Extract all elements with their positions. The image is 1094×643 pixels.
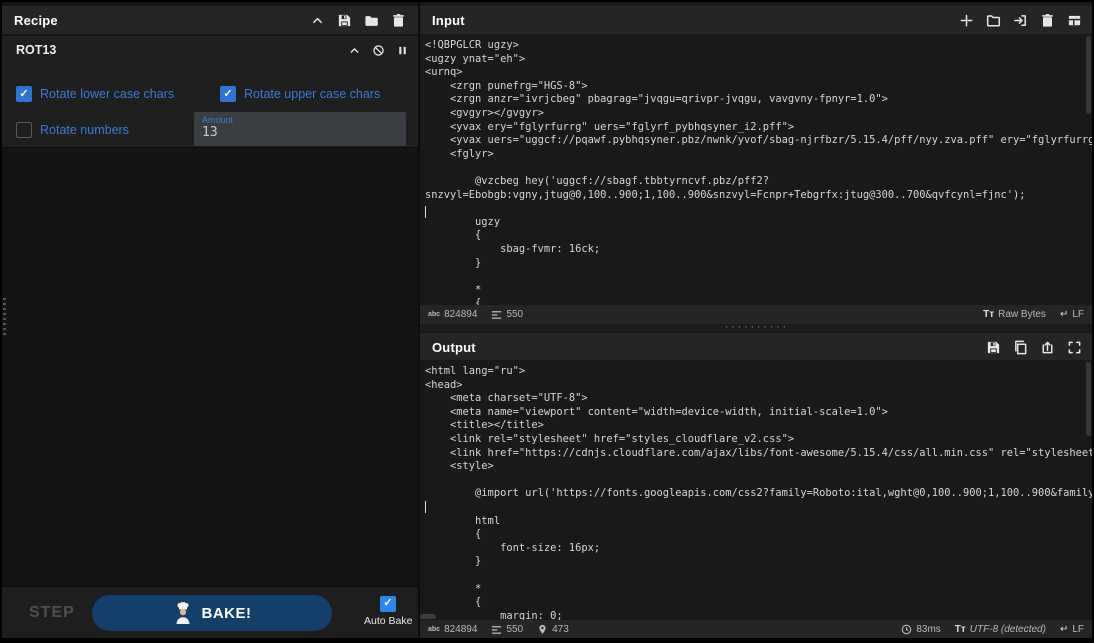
output-encoding-selector[interactable]: TᴛUTF-8 (detected): [955, 624, 1046, 635]
bake-button[interactable]: BAKE!: [92, 595, 332, 631]
output-horizontal-scrollbar[interactable]: [420, 614, 436, 619]
line-ending-icon: ↵: [1060, 309, 1068, 320]
clock-icon: [901, 624, 912, 635]
output-char-count: abc824894: [428, 624, 477, 635]
output-editor[interactable]: <html lang="ru"> <head> <meta charset="U…: [420, 360, 1092, 620]
location-pin-icon: [537, 624, 548, 635]
splitter-grip-dots: ··········: [724, 326, 788, 331]
open-file-icon[interactable]: [1013, 13, 1028, 28]
clear-recipe-icon[interactable]: [391, 13, 406, 28]
amount-value[interactable]: 13: [202, 125, 398, 141]
recipe-panel: Recipe ROT13: [2, 2, 418, 638]
save-recipe-icon[interactable]: [337, 13, 352, 28]
tab-layout-icon[interactable]: [1067, 13, 1082, 28]
checkbox-label: Rotate lower case chars: [40, 87, 174, 101]
checkbox-rotate-upper[interactable]: ✓ Rotate upper case chars: [220, 86, 380, 102]
output-eol-selector[interactable]: ↵LF: [1060, 624, 1084, 635]
amount-field[interactable]: Amount 13: [194, 112, 406, 146]
operation-rot13[interactable]: ROT13 ✓ Rotate lower case chars ✓ Rotat: [2, 36, 418, 148]
input-status-bar: abc824894 550 TᴛRaw Bytes ↵LF: [420, 305, 1092, 324]
bake-label: BAKE!: [202, 605, 252, 622]
cyberchef-app: Recipe ROT13: [0, 0, 1094, 643]
save-output-icon[interactable]: [986, 340, 1001, 355]
line-ending-icon: ↵: [1060, 624, 1068, 635]
io-splitter[interactable]: ··········: [420, 324, 1092, 333]
checkbox-label: Rotate numbers: [40, 123, 129, 137]
output-text-cursor: [425, 501, 426, 513]
input-line-count: 550: [491, 309, 523, 320]
text-encoding-icon: Tᴛ: [955, 624, 966, 635]
chevron-up-icon[interactable]: [347, 43, 362, 58]
output-vertical-scrollbar[interactable]: [1086, 362, 1091, 436]
input-editor[interactable]: <!QBPGLCR ugzy> <ugzy ynat="eh"> <urnq> …: [420, 34, 1092, 305]
operations-drawer-handle[interactable]: [3, 298, 6, 338]
check-mark-icon: ✓: [383, 598, 392, 609]
clear-io-icon[interactable]: [1040, 13, 1055, 28]
recipe-header-icons: [310, 13, 406, 28]
input-code[interactable]: <!QBPGLCR ugzy> <ugzy ynat="eh"> <urnq> …: [420, 34, 1092, 305]
recipe-list: ROT13 ✓ Rotate lower case chars ✓ Rotat: [2, 36, 418, 585]
auto-bake-toggle[interactable]: ✓ Auto Bake: [364, 593, 412, 627]
output-line-count: 550: [491, 624, 523, 635]
auto-bake-checkbox-icon[interactable]: ✓: [380, 596, 396, 612]
amount-label: Amount: [202, 115, 398, 125]
recipe-title: Recipe: [14, 13, 58, 28]
bake-bar: STEP BAKE! ✓ Auto Bake: [2, 585, 418, 638]
operation-title: ROT13: [16, 43, 56, 57]
check-mark-icon: ✓: [223, 89, 232, 100]
checkbox-label: Rotate upper case chars: [244, 87, 380, 101]
add-input-icon[interactable]: [959, 13, 974, 28]
output-header-icons: [986, 340, 1082, 355]
checkbox-icon: ✓: [220, 86, 236, 102]
text-encoding-icon: Tᴛ: [983, 309, 994, 320]
line-count-icon: [491, 624, 502, 635]
operation-icons: [347, 43, 410, 58]
copy-output-icon[interactable]: [1013, 340, 1028, 355]
breakpoint-pause-icon[interactable]: [395, 43, 410, 58]
step-button[interactable]: STEP: [29, 604, 75, 622]
input-vertical-scrollbar[interactable]: [1086, 36, 1091, 114]
io-column: Input <!QBPGLCR ugzy> <ugzy ynat="eh"> <…: [420, 2, 1092, 638]
input-header-icons: [959, 13, 1082, 28]
load-recipe-icon[interactable]: [364, 13, 379, 28]
checkbox-rotate-numbers[interactable]: ✓ Rotate numbers: [16, 122, 129, 138]
check-mark-icon: ✓: [19, 89, 28, 100]
output-title: Output: [432, 340, 476, 355]
replace-input-icon[interactable]: [1040, 340, 1055, 355]
output-header: Output: [420, 333, 1092, 361]
recipe-header: Recipe: [2, 6, 418, 34]
input-title: Input: [432, 13, 465, 28]
checkbox-icon: ✓: [16, 122, 32, 138]
open-folder-icon[interactable]: [986, 13, 1001, 28]
maximise-output-icon[interactable]: [1067, 340, 1082, 355]
input-encoding-selector[interactable]: TᴛRaw Bytes: [983, 309, 1046, 320]
checkbox-icon: ✓: [16, 86, 32, 102]
checkbox-rotate-lower[interactable]: ✓ Rotate lower case chars: [16, 86, 174, 102]
input-header: Input: [420, 6, 1092, 34]
output-cursor-position: 473: [537, 624, 569, 635]
line-count-icon: [491, 309, 502, 320]
disable-op-icon[interactable]: [371, 43, 386, 58]
input-char-count: abc824894: [428, 309, 477, 320]
output-status-bar: abc824894 550 473 83ms TᴛUTF-8 (detected…: [420, 620, 1092, 638]
auto-bake-label: Auto Bake: [364, 615, 412, 627]
operation-header: ROT13: [2, 36, 418, 64]
output-code[interactable]: <html lang="ru"> <head> <meta charset="U…: [420, 360, 1092, 620]
bake-time: 83ms: [901, 624, 940, 635]
input-text-cursor: [425, 206, 426, 218]
char-count-icon: abc: [428, 626, 440, 633]
char-count-icon: abc: [428, 311, 440, 318]
chef-icon: [173, 602, 193, 624]
input-eol-selector[interactable]: ↵LF: [1060, 309, 1084, 320]
chevron-up-icon[interactable]: [310, 13, 325, 28]
